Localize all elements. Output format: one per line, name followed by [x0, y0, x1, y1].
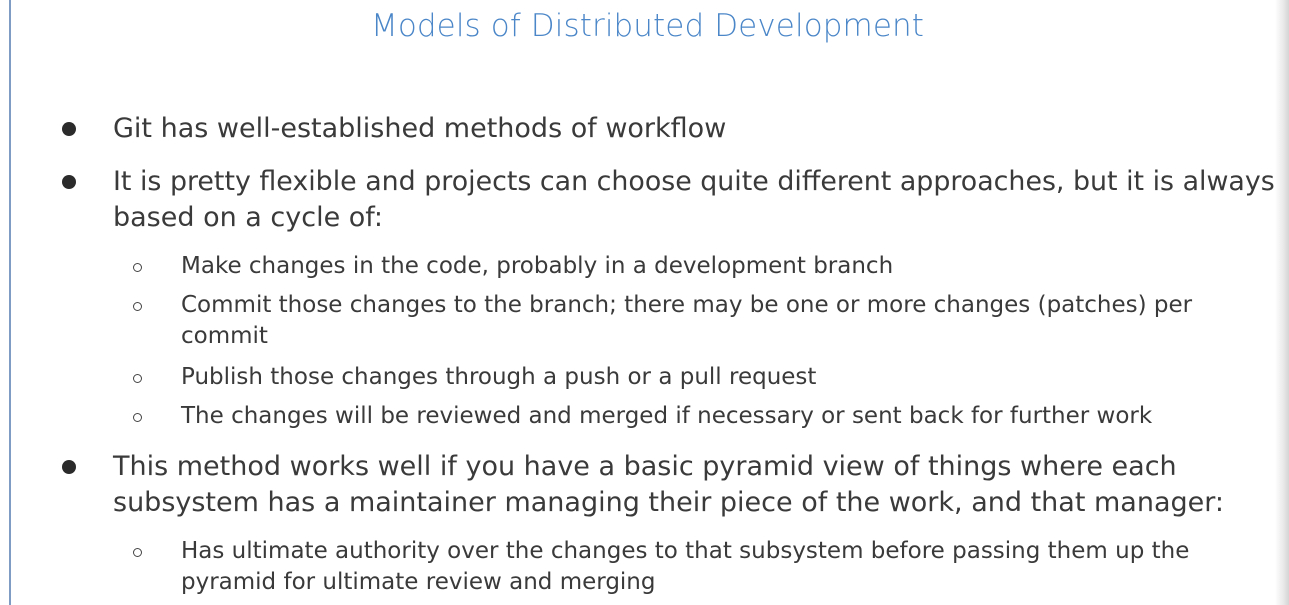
- bullet-text-line: based on a cycle of:: [113, 202, 383, 233]
- bullet-text-line: This method works well if you have a bas…: [113, 451, 1177, 482]
- sub-bullet-text-line: Commit those changes to the branch; ther…: [181, 292, 1193, 318]
- hollow-bullet-icon: [133, 548, 142, 557]
- hollow-bullet-icon: [133, 263, 142, 272]
- sub-bullet-text-line: commit: [181, 323, 268, 349]
- sub-bullet-text-line: The changes will be reviewed and merged …: [181, 403, 1153, 429]
- sub-bullet-text-line: Publish those changes through a push or …: [181, 364, 817, 390]
- hollow-bullet-icon: [133, 302, 142, 311]
- bullet-text-line: Git has well-established methods of work…: [113, 113, 727, 144]
- bullet-text-line: It is pretty flexible and projects can c…: [113, 166, 1275, 197]
- sub-bullet-text-line: Has ultimate authority over the changes …: [181, 538, 1190, 564]
- filled-bullet-icon: [62, 175, 76, 189]
- slide: Models of Distributed Development Git ha…: [0, 0, 1289, 605]
- bullet-text-line: subsystem has a maintainer managing thei…: [113, 487, 1224, 518]
- hollow-bullet-icon: [133, 413, 142, 422]
- sub-bullet-text-line: pyramid for ultimate review and merging: [181, 569, 656, 595]
- sub-bullet-text-line: Make changes in the code, probably in a …: [181, 253, 894, 279]
- bullet-list: Git has well-established methods of work…: [0, 0, 1289, 605]
- hollow-bullet-icon: [133, 374, 142, 383]
- filled-bullet-icon: [62, 122, 76, 136]
- filled-bullet-icon: [62, 460, 76, 474]
